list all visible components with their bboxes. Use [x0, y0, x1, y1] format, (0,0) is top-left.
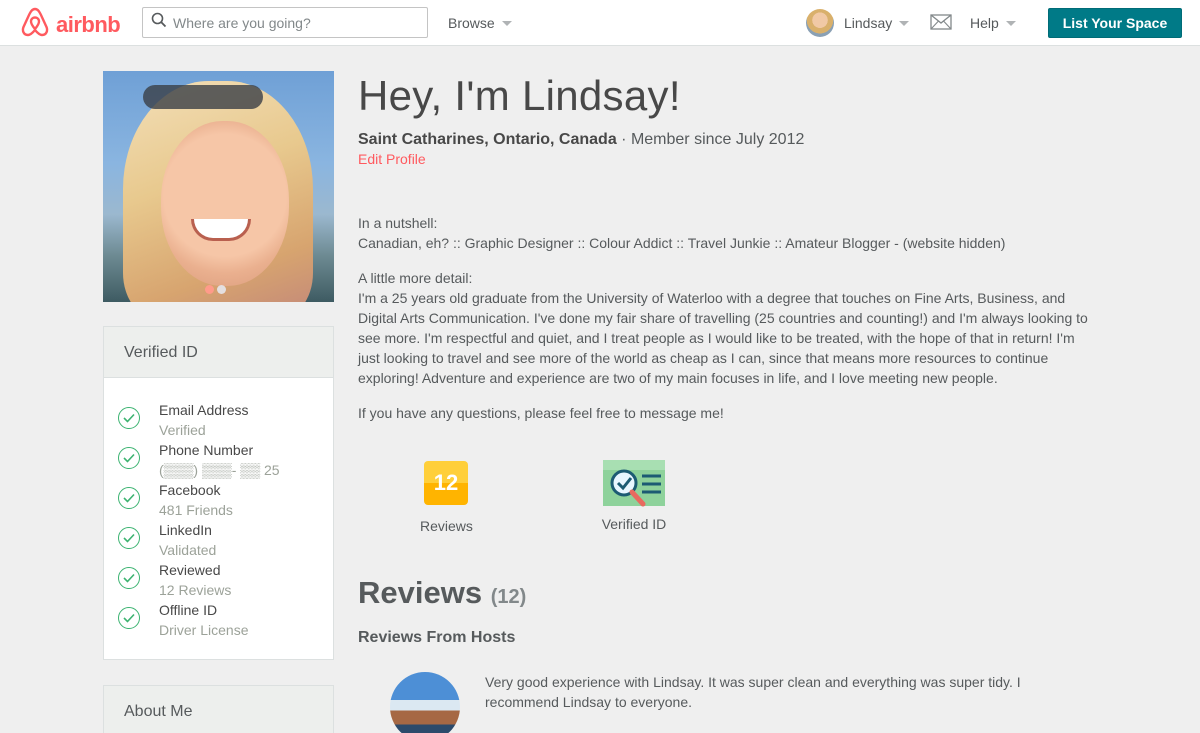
- verification-item: Reviewed 12 Reviews: [118, 560, 333, 600]
- check-circle-icon: [118, 407, 140, 429]
- verification-list: Email Address Verified Phone Number (▒▒▒) …: [104, 378, 333, 640]
- reviewer-avatar[interactable]: [390, 672, 460, 733]
- search-input[interactable]: [173, 14, 413, 31]
- browse-label: Browse: [448, 15, 495, 31]
- profile-photo[interactable]: [103, 71, 334, 302]
- verification-item: Phone Number (▒▒▒) ▒▒▒- ▒▒ 25: [118, 440, 333, 480]
- verified-id-panel: Verified ID Email Address Verified Phone …: [103, 326, 334, 660]
- verification-status: (▒▒▒) ▒▒▒- ▒▒ 25: [159, 462, 280, 478]
- airbnb-belo-icon: [20, 6, 50, 43]
- verification-status: Driver License: [159, 622, 249, 638]
- edit-profile-link[interactable]: Edit Profile: [358, 151, 426, 167]
- search-box[interactable]: [142, 7, 428, 38]
- profile-meta: Saint Catharines, Ontario, Canada · Memb…: [358, 131, 804, 149]
- browse-menu[interactable]: Browse: [448, 15, 512, 31]
- reviews-stat[interactable]: 12 Reviews: [420, 461, 473, 534]
- reviews-count-badge: 12: [424, 461, 468, 505]
- verification-item: Offline ID Driver License: [118, 600, 333, 640]
- verification-item: Facebook 481 Friends: [118, 480, 333, 520]
- reviews-stat-label: Reviews: [420, 518, 473, 534]
- user-menu[interactable]: Lindsay: [806, 9, 910, 37]
- user-name: Lindsay: [844, 15, 893, 31]
- carousel-dot[interactable]: [205, 285, 214, 294]
- reviews-from-hosts-heading: Reviews From Hosts: [358, 629, 516, 646]
- detail-label: A little more detail:: [358, 270, 473, 286]
- verification-title: Phone Number: [159, 442, 254, 458]
- check-circle-icon: [118, 527, 140, 549]
- location[interactable]: Saint Catharines, Ontario, Canada: [358, 131, 617, 148]
- verification-item: Email Address Verified: [118, 400, 333, 440]
- nutshell-section: In a nutshell: Canadian, eh? :: Graphic …: [358, 213, 1094, 253]
- verification-status: 481 Friends: [159, 502, 233, 518]
- member-since: · Member since July 2012: [616, 131, 805, 148]
- chevron-down-icon: [899, 20, 910, 26]
- user-avatar: [806, 9, 834, 37]
- airbnb-logo[interactable]: airbnb: [20, 6, 121, 43]
- check-circle-icon: [118, 447, 140, 469]
- verification-status: Verified: [159, 422, 206, 438]
- panel-title: About Me: [104, 686, 333, 733]
- verified-id-stat-label: Verified ID: [601, 516, 667, 532]
- detail-text: I'm a 25 years old graduate from the Uni…: [358, 290, 1088, 386]
- nutshell-text: Canadian, eh? :: Graphic Designer :: Col…: [358, 235, 1006, 251]
- verification-item: LinkedIn Validated: [118, 520, 333, 560]
- check-circle-icon: [118, 567, 140, 589]
- top-nav: airbnb Browse Lindsay Help List Your Spa…: [0, 0, 1200, 46]
- verification-title: Facebook: [159, 482, 221, 498]
- verified-id-stat[interactable]: Verified ID: [594, 459, 674, 532]
- messages-button[interactable]: [930, 14, 952, 35]
- verification-status: Validated: [159, 542, 217, 558]
- reviews-heading-text: Reviews: [358, 575, 483, 610]
- detail-section: A little more detail: I'm a 25 years old…: [358, 268, 1094, 388]
- search-icon: [151, 12, 167, 33]
- verification-title: LinkedIn: [159, 522, 212, 538]
- page-title: Hey, I'm Lindsay!: [358, 72, 681, 119]
- envelope-icon: [930, 14, 952, 34]
- review-text: Very good experience with Lindsay. It wa…: [485, 674, 1021, 710]
- verification-status: 12 Reviews: [159, 582, 232, 598]
- verification-title: Reviewed: [159, 562, 221, 578]
- reviews-heading-count: (12): [490, 586, 527, 608]
- nutshell-label: In a nutshell:: [358, 215, 438, 231]
- verified-id-icon: [602, 460, 666, 514]
- panel-title: Verified ID: [104, 327, 333, 378]
- check-circle-icon: [118, 607, 140, 629]
- photo-carousel-dots: [205, 285, 226, 294]
- questions-text: If you have any questions, please feel f…: [358, 405, 724, 421]
- brand-name: airbnb: [56, 11, 121, 37]
- carousel-dot[interactable]: [217, 285, 226, 294]
- help-label: Help: [970, 15, 999, 31]
- check-circle-icon: [118, 487, 140, 509]
- chevron-down-icon: [501, 20, 512, 26]
- reviews-heading: Reviews (12): [358, 575, 526, 611]
- help-menu[interactable]: Help: [970, 15, 1016, 31]
- chevron-down-icon: [1005, 20, 1016, 26]
- list-your-space-button[interactable]: List Your Space: [1048, 8, 1182, 38]
- verification-title: Email Address: [159, 402, 249, 418]
- about-me-panel: About Me: [103, 685, 334, 733]
- verification-title: Offline ID: [159, 602, 218, 618]
